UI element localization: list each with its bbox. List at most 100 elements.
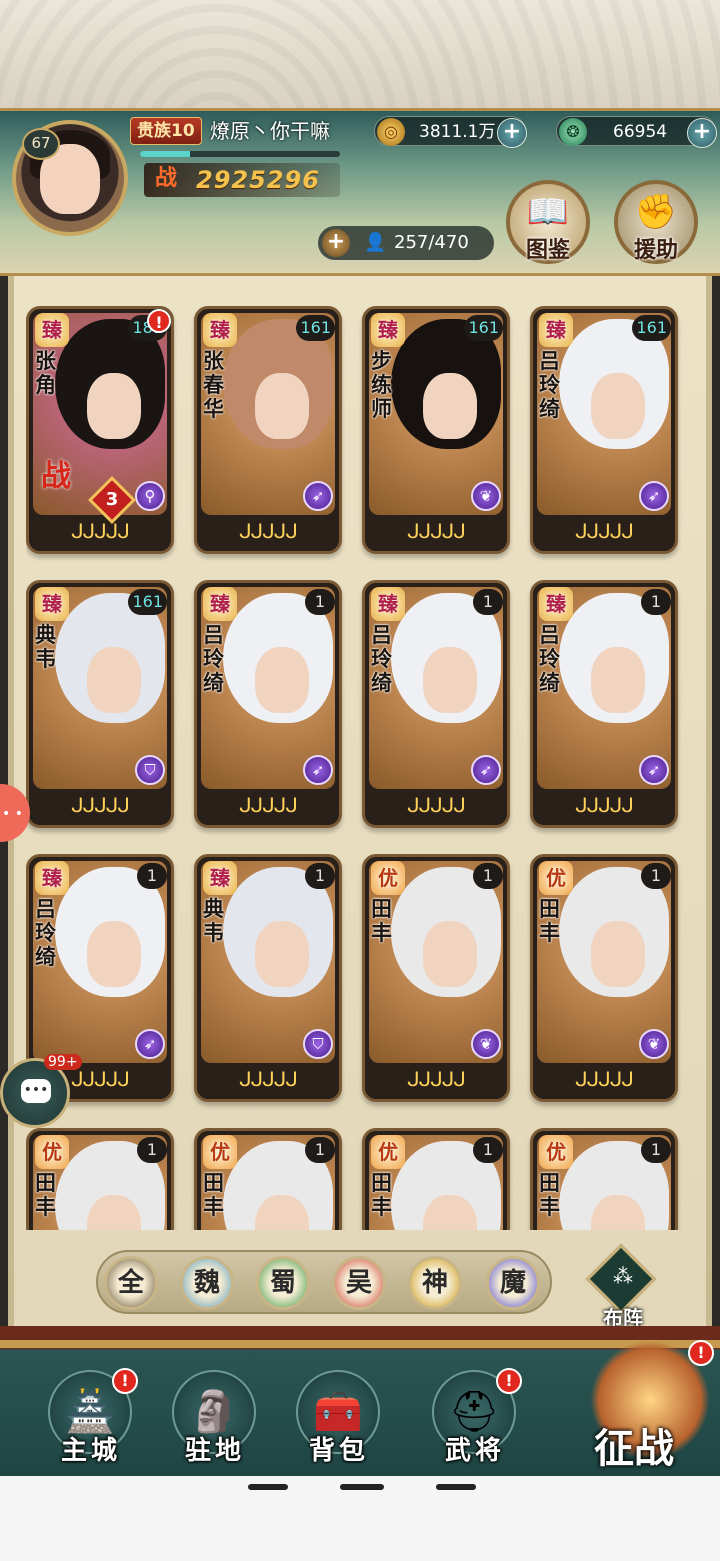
hero-class-icon: ➶ (303, 481, 333, 511)
hero-card[interactable]: 优田丰1❦ᒍᒍᒍᒍᒍ (362, 1128, 510, 1230)
hero-name: 田丰 (539, 897, 560, 945)
fist-icon: ✊ (634, 192, 678, 232)
faction-tab[interactable]: 魔 (486, 1256, 540, 1310)
hero-stars: ᒍᒍᒍᒍᒍ (197, 1063, 339, 1099)
combat-power-icon: 战 (154, 166, 177, 191)
hero-face (591, 647, 645, 713)
hero-class-icon: ❦ (639, 1029, 669, 1059)
hero-level: 161 (464, 315, 503, 341)
hero-face (591, 921, 645, 987)
hero-card[interactable]: 臻典韦 161 ⛉ ᒍᒍᒍᒍᒍ (26, 580, 174, 828)
hero-quality-badge: 臻 (203, 861, 237, 895)
hero-card[interactable]: 臻吕玲绮 1 ➶ ᒍᒍᒍᒍᒍ (362, 580, 510, 828)
hero-card[interactable]: 臻吕玲绮 1 ➶ ᒍᒍᒍᒍᒍ (530, 580, 678, 828)
nav-item[interactable]: 🏯 主城! (36, 1368, 146, 1470)
hero-stars: ᒍᒍᒍᒍᒍ (533, 515, 675, 551)
aid-label: 援助 (633, 238, 678, 263)
hero-quality-badge: 臻 (539, 313, 573, 347)
hero-stars: ᒍᒍᒍᒍᒍ (197, 789, 339, 825)
hero-level: 161 (632, 315, 671, 341)
nav-label: 驻地 (184, 1436, 245, 1466)
campaign-label: 征战 (594, 1426, 674, 1472)
hero-quality-badge: 优 (371, 861, 405, 895)
hero-card[interactable]: 臻步练师 161 ❦ ᒍᒍᒍᒍᒍ (362, 306, 510, 554)
hero-face (423, 647, 477, 713)
hero-level: 1 (641, 589, 671, 615)
hero-stars: ᒍᒍᒍᒍᒍ (29, 515, 171, 551)
hero-quality-badge: 优 (371, 1135, 405, 1169)
experience-bar (140, 151, 340, 157)
gold-resource: ◎ 3811.1万 + (374, 116, 527, 148)
hero-quality-badge: 臻 (203, 587, 237, 621)
system-back-indicator[interactable] (248, 1484, 288, 1490)
deployed-badge: 战 (41, 459, 71, 494)
faction-tab[interactable]: 神 (408, 1256, 462, 1310)
hero-class-icon: ⛉ (303, 1029, 333, 1059)
hero-stars: ᒍᒍᒍᒍᒍ (365, 515, 507, 551)
nav-item[interactable]: 🧰 背包 (284, 1370, 394, 1470)
hero-level: 1 (473, 589, 503, 615)
hero-card[interactable]: 优田丰1❦ᒍᒍᒍᒍᒍ (362, 854, 510, 1102)
jade-resource: ❂ 66954 + (556, 116, 717, 148)
hero-card[interactable]: 优田丰1❦ᒍᒍᒍᒍᒍ (194, 1128, 342, 1230)
hero-stars: ᒍᒍᒍᒍᒍ (365, 789, 507, 825)
faction-tab[interactable]: 全 (104, 1256, 158, 1310)
hero-class-icon: ➶ (303, 755, 333, 785)
hero-level: 1 (305, 589, 335, 615)
hero-quality-badge: 优 (35, 1135, 69, 1169)
hero-name: 张角 (35, 349, 56, 397)
hero-card[interactable]: 优田丰1❦ᒍᒍᒍᒍᒍ (530, 1128, 678, 1230)
nav-label: 主城 (60, 1436, 121, 1466)
dots-icon: • • (2, 806, 23, 822)
hero-face (255, 373, 309, 439)
hero-class-icon: ➶ (639, 755, 669, 785)
nav-alert-badge: ! (112, 1368, 138, 1394)
hero-level: 1 (137, 863, 167, 889)
expand-capacity-button[interactable]: + (322, 229, 350, 257)
faction-tab[interactable]: 蜀 (256, 1256, 310, 1310)
hero-card[interactable]: 优田丰1❦ᒍᒍᒍᒍᒍ (26, 1128, 174, 1230)
chat-dots: ••• (23, 1082, 49, 1098)
add-gold-button[interactable]: + (497, 118, 527, 148)
nav-item[interactable]: 🗿 驻地 (160, 1370, 270, 1470)
hero-card[interactable]: 臻吕玲绮 1 ➶ ᒍᒍᒍᒍᒍ (194, 580, 342, 828)
aid-button[interactable]: ✊ 援助 (614, 180, 698, 264)
faction-tab[interactable]: 魏 (180, 1256, 234, 1310)
chat-unread-badge: 99+ (44, 1054, 82, 1070)
hero-face (87, 921, 141, 987)
hero-name: 吕玲绮 (539, 623, 560, 695)
gold-value: 3811.1万 (419, 122, 496, 142)
hero-class-icon: ⚲ (135, 481, 165, 511)
add-jade-button[interactable]: + (687, 118, 717, 148)
hero-card[interactable]: 臻吕玲绮 161 ➶ ᒍᒍᒍᒍᒍ (530, 306, 678, 554)
hero-class-icon: ❦ (471, 481, 501, 511)
hero-face (255, 647, 309, 713)
hero-card[interactable]: 臻张角 181 ⚲ ᒍᒍᒍᒍᒍ! 战 3 (26, 306, 174, 554)
codex-label: 图鉴 (525, 238, 570, 263)
system-home-indicator[interactable] (340, 1484, 384, 1490)
gold-coin-icon: ◎ (377, 118, 405, 146)
hero-level: 161 (296, 315, 335, 341)
faction-tab[interactable]: 吴 (332, 1256, 386, 1310)
hero-quality-badge: 臻 (539, 587, 573, 621)
system-recent-indicator[interactable] (436, 1484, 476, 1490)
group-icon: ⁂ (613, 1264, 633, 1288)
hero-capacity: + 👤 257/470 (318, 226, 494, 260)
player-name: 燎原丶你干嘛 (210, 119, 330, 143)
campaign-button[interactable]: 征战 ! (580, 1340, 720, 1480)
hero-class-icon: ❦ (471, 1029, 501, 1059)
hero-name: 典韦 (203, 897, 224, 945)
hero-stars: ᒍᒍᒍᒍᒍ (365, 1063, 507, 1099)
campaign-alert: ! (688, 1340, 714, 1366)
hero-level: 1 (473, 1137, 503, 1163)
codex-button[interactable]: 📖 图鉴 (506, 180, 590, 264)
noble-rank-badge[interactable]: 贵族10 (130, 117, 202, 145)
formation-button[interactable]: ⁂ 布阵 (585, 1243, 658, 1330)
nav-item[interactable]: ⛑ 武将! (420, 1368, 530, 1470)
hero-card[interactable]: 臻典韦 1 ⛉ ᒍᒍᒍᒍᒍ (194, 854, 342, 1102)
hero-name: 张春华 (203, 349, 224, 421)
hero-face (87, 647, 141, 713)
hero-card[interactable]: 臻张春华 161 ➶ ᒍᒍᒍᒍᒍ (194, 306, 342, 554)
hero-capacity-value: 257/470 (394, 232, 469, 253)
hero-card[interactable]: 优田丰1❦ᒍᒍᒍᒍᒍ (530, 854, 678, 1102)
